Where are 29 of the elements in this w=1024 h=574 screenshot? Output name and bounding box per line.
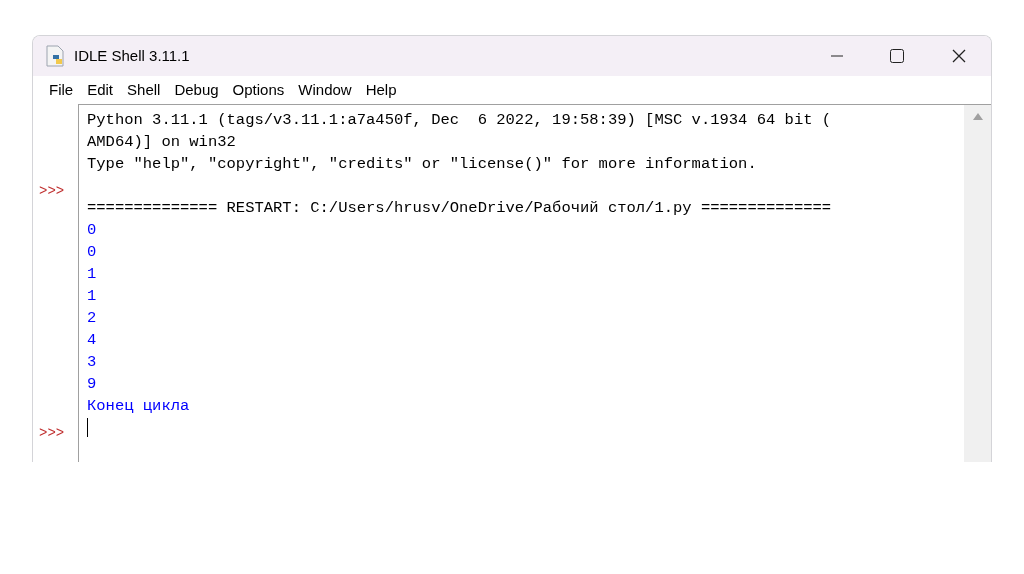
menu-item[interactable]: Window — [292, 78, 358, 102]
output-line: AMD64)] on win32 — [87, 133, 236, 151]
output-line: 4 — [87, 331, 97, 349]
output-line: 9 — [87, 375, 97, 393]
output-line: 0 — [87, 243, 97, 261]
output-line: 2 — [87, 309, 97, 327]
output-line: 0 — [87, 221, 97, 239]
output-line: 1 — [87, 287, 97, 305]
minimize-icon — [831, 55, 843, 57]
menu-item[interactable]: Edit — [81, 78, 120, 102]
output-line: Python 3.11.1 (tags/v3.11.1:a7a450f, Dec 6 2022, 19:58:39) [MSC v.1934 64 bit ( — [87, 111, 832, 129]
menu-item[interactable]: Options — [226, 78, 291, 102]
scroll-up-icon — [972, 113, 983, 120]
output-line: 1 — [87, 265, 97, 283]
menu-item[interactable]: Shell — [121, 78, 167, 102]
maximize-icon — [890, 49, 904, 63]
python-file-icon — [45, 45, 65, 67]
menu-item[interactable]: Help — [359, 78, 403, 102]
menu-item[interactable]: File — [43, 78, 80, 102]
output-line: Конец цикла — [87, 397, 190, 415]
output-line: 3 — [87, 353, 97, 371]
scrollbar[interactable] — [964, 104, 991, 462]
close-icon — [952, 49, 966, 63]
shell-prompt: >>> — [39, 183, 65, 199]
output-line: ============== RESTART: C:/Users/hrusv/OneDrive/Рабочий стол/1.py ============== — [87, 199, 832, 217]
menu-item[interactable]: Debug — [168, 78, 225, 102]
window-title: IDLE Shell 3.11.1 — [74, 45, 190, 66]
output-line: Type "help", "copyright", "credits" or "license()" for more information. — [87, 155, 757, 173]
shell-prompt: >>> — [39, 425, 65, 441]
